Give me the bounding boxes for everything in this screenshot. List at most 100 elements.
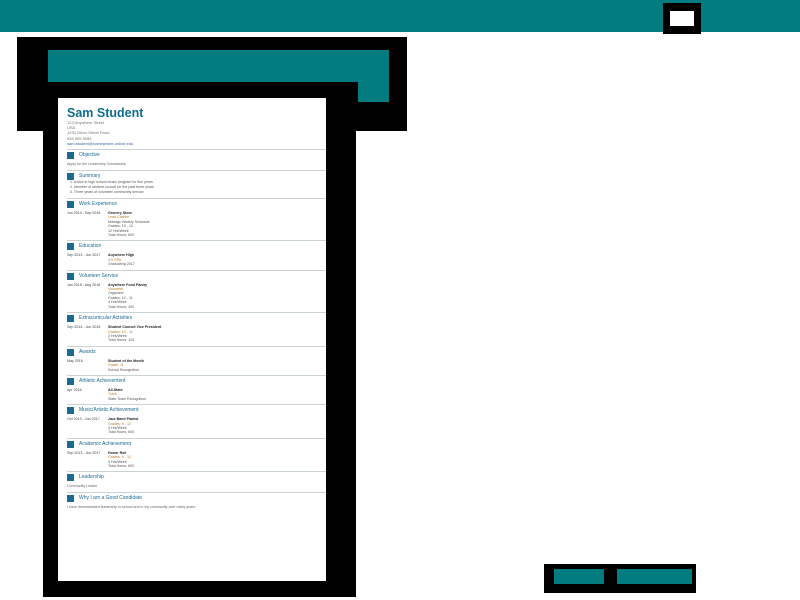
entry-line: Graduating 2017 <box>108 262 135 267</box>
entry-line: Grades: 9 - 12 <box>108 455 131 460</box>
entry-row: Jun 2014 - Sep 2016 Grocery Store Lead Cas… <box>67 211 326 237</box>
section-awards: Awards May 2016 Student of the Month Grade:… <box>67 345 326 372</box>
entry-row: Apr 2016 All-State Track State Team Recogni… <box>67 388 326 401</box>
entry-body: Student of the Month Grade: 11 School Reco… <box>108 359 144 372</box>
trophy-icon <box>67 377 74 385</box>
entry-body: Grocery Store Lead Cashier Manage Weekly S… <box>108 211 150 237</box>
section-heading: Volunteer Service <box>67 269 326 280</box>
section-academic-achievement: Academic Achievement Sep 2013 - Jun 2017 H… <box>67 437 326 469</box>
entry-body: Jazz Band Pianist Grades: 9 - 12 4 Hrs/Wee… <box>108 417 138 435</box>
entry-date: May 2016 <box>67 358 83 363</box>
book-icon <box>67 440 74 448</box>
section-heading: Leadership <box>67 471 326 482</box>
top-window-button[interactable] <box>663 3 701 34</box>
entry-body: Honor Roll Grades: 9 - 12 4 Hrs/Week Total … <box>108 451 134 469</box>
section-objective: Objective Apply for the Leadership Schola… <box>67 149 326 167</box>
entry-row: Jan 2015 - Aug 2016 Anywhere Food Pantry V… <box>67 283 326 309</box>
back-button[interactable] <box>554 569 604 584</box>
entry-date: Apr 2016 <box>67 387 82 392</box>
entry-row: Sep 2014 - Jun 2016 Student Council Vice … <box>67 325 326 343</box>
section-why-scholarship: Why I am a Good Candidate I have demonstr… <box>67 492 326 510</box>
section-label: Education <box>79 243 102 250</box>
entry-row: Sep 2013 - Jun 2017 Anywhere High 4.0 GPA G… <box>67 253 326 266</box>
section-heading: Extracurricular Activities <box>67 312 326 323</box>
section-label: Summary <box>79 173 101 180</box>
activity-icon <box>67 315 74 323</box>
section-education: Education Sep 2013 - Jun 2017 Anywhere Hig… <box>67 240 326 266</box>
section-music-arts: Music/Artistic Achievement Oct 2013 - Jun… <box>67 404 326 435</box>
entry-title: Jazz Band Pianist <box>108 417 139 422</box>
entry-date: Sep 2013 - Jun 2017 <box>67 253 101 258</box>
contact-block: 123 Anywhere Street USA 1234 Other Street … <box>67 120 326 146</box>
entry-date: Sep 2014 - Jun 2016 <box>67 325 101 330</box>
section-label: Extracurricular Activities <box>79 315 133 322</box>
section-extracurricular: Extracurricular Activities Sep 2014 - Jun… <box>67 312 326 343</box>
section-heading: Academic Achievement <box>67 437 326 448</box>
submit-button[interactable] <box>617 569 692 584</box>
resume-document: Sam Student 123 Anywhere Street USA 1234 O… <box>58 98 326 581</box>
entry-body: Student Council Vice President Grades: 10… <box>108 325 161 343</box>
section-heading: Work Experience <box>67 198 326 209</box>
section-heading: Summary <box>67 170 326 181</box>
list-item: 3. Three years of volunteer community se… <box>70 190 144 195</box>
entry-date: Sep 2013 - Jun 2017 <box>67 450 101 455</box>
briefcase-icon <box>67 201 74 209</box>
entry-line: Total Hours: 120 <box>108 338 135 343</box>
entry-date: Oct 2013 - Jun 2017 <box>67 417 100 422</box>
section-heading: Music/Artistic Achievement <box>67 404 326 415</box>
section-label: Work Experience <box>79 201 117 208</box>
entry-body: All-State Track State Team Recognition <box>108 388 146 401</box>
section-label: Music/Artistic Achievement <box>79 407 139 414</box>
entry-line: Total Hours: 600 <box>108 233 135 238</box>
frame-header-bar <box>48 50 389 82</box>
section-heading: Awards <box>67 345 326 356</box>
entry-line: Total Hours: 600 <box>108 464 135 469</box>
section-label: Athletic Achievement <box>79 377 126 384</box>
section-summary: Summary 1. Active in high school music pr… <box>67 170 326 195</box>
summary-icon <box>67 173 74 181</box>
section-text: Community Leader <box>67 484 98 489</box>
entry-row: Sep 2013 - Jun 2017 Honor Roll Grades: 9 -… <box>67 451 326 469</box>
student-name: Sam Student <box>67 106 144 120</box>
entry-line: School Recognition <box>108 367 139 372</box>
target-icon <box>67 152 74 160</box>
summary-list: 1. Active in high school music program f… <box>70 180 326 195</box>
section-label: Academic Achievement <box>79 440 131 447</box>
contact-line: sam.student@somewhere-online.edu <box>67 140 134 146</box>
resume-sections: Objective Apply for the Leadership Schola… <box>67 149 326 510</box>
graduation-cap-icon <box>67 243 74 251</box>
section-label: Leadership <box>79 474 104 481</box>
section-heading: Objective <box>67 149 326 160</box>
entry-date: Jan 2015 - Aug 2016 <box>67 282 101 287</box>
section-athletic-achievement: Athletic Achievement Apr 2016 All-State Tra… <box>67 374 326 401</box>
section-volunteer-service: Volunteer Service Jan 2015 - Aug 2016 Anyw… <box>67 269 326 309</box>
entry-body: Anywhere Food Pantry Volunteer Organizer Gr… <box>108 283 147 309</box>
section-work-experience: Work Experience Jun 2014 - Sep 2016 Grocer… <box>67 198 326 237</box>
section-label: Volunteer Service <box>79 272 119 279</box>
section-leadership: Leadership Community Leader <box>67 471 326 489</box>
section-heading: Athletic Achievement <box>67 374 326 385</box>
question-icon <box>67 495 74 503</box>
section-label: Objective <box>79 152 100 159</box>
entry-row: Oct 2013 - Jun 2017 Jazz Band Pianist Grad… <box>67 417 326 435</box>
leadership-icon <box>67 474 74 482</box>
volunteer-icon <box>67 272 74 280</box>
award-icon <box>67 348 74 356</box>
frame-header-tab <box>358 82 389 102</box>
window-icon <box>670 11 694 26</box>
music-icon <box>67 407 74 415</box>
section-text: Apply for the Leadership Scholarship <box>67 162 126 167</box>
button-bar <box>544 564 696 593</box>
section-label: Awards <box>79 348 96 355</box>
entry-line: Total Hours: 300 <box>108 304 135 309</box>
entry-date: Jun 2014 - Sep 2016 <box>67 211 101 216</box>
section-heading: Why I am a Good Candidate <box>67 492 326 503</box>
section-text: I have demonstrated leadership in school… <box>67 505 197 510</box>
entry-row: May 2016 Student of the Month Grade: 11 Sch… <box>67 359 326 372</box>
entry-title: Student Council Vice President <box>108 325 162 330</box>
section-label: Why I am a Good Candidate <box>79 495 143 502</box>
entry-line: State Team Recognition <box>108 396 147 401</box>
entry-body: Anywhere High 4.0 GPA Graduating 2017 <box>108 253 135 266</box>
entry-line: Total Hours: 600 <box>108 430 135 435</box>
section-heading: Education <box>67 240 326 251</box>
